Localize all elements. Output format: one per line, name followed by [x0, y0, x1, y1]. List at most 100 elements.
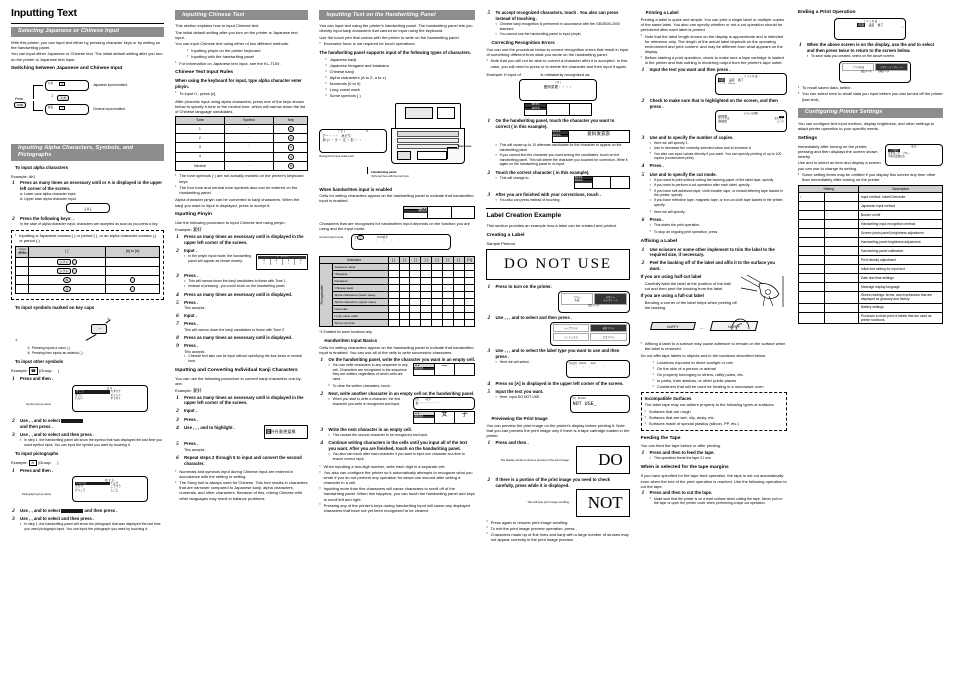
hw-cell[interactable]: 確定修正 削除全消 — [574, 176, 593, 188]
step-text: Press . — [184, 343, 199, 349]
step-text: Press . — [184, 272, 199, 278]
hw-cell[interactable]: 女 — [435, 412, 456, 424]
hw-cell[interactable]: 確定修正 削除全消 — [552, 131, 569, 143]
hw-cell[interactable] — [452, 207, 475, 218]
example-picto: Example: ✉ (Group: ) — [11, 459, 59, 467]
step: Press so [A] is displayed in the upper l… — [486, 381, 629, 388]
cell-setting-sub — [823, 273, 860, 284]
list-item: The tone symbols ( ) are not actually ma… — [175, 173, 308, 183]
cell-indicator — [452, 319, 465, 328]
cell-setting-sub — [823, 210, 860, 221]
step: Repeat steps 2 through 5 to input and co… — [175, 455, 308, 466]
step-note: Make sure that the printer is on a level… — [650, 496, 787, 506]
hw-cell[interactable]: ◄ ► 削除全消 — [404, 206, 429, 218]
hw-cell[interactable] — [547, 104, 570, 116]
hw-cell[interactable]: 子 — [455, 412, 474, 423]
hw-cell[interactable]: 爱妈发哀哀 — [569, 131, 629, 142]
step: Press . — [641, 163, 787, 170]
cell-indicator — [441, 298, 454, 307]
step-note: In step 1, the handwriting panel will sh… — [20, 438, 164, 447]
cell-symbol: ´ — [223, 133, 275, 144]
hw-cell[interactable] — [611, 177, 628, 188]
cell-indicator — [452, 277, 465, 286]
table-row: Neutral · 5 — [175, 160, 309, 171]
cell-indicator — [387, 312, 400, 321]
column-4: To accept recognized characters, touch .… — [481, 6, 635, 671]
hw-cell[interactable]: 確定修正 削除全消 — [525, 104, 548, 116]
step-text: Use , , , and to highlight . — [184, 424, 235, 430]
hw-cell[interactable]: 一 — [435, 364, 456, 376]
cell-setting-desc: Japanese input method — [858, 201, 943, 212]
step: Press and then to feed the tape. This op… — [641, 450, 787, 461]
keycap-note-1: Pressing inputs a colon (:). — [31, 345, 71, 350]
hw-cell[interactable] — [428, 206, 452, 218]
table-row: 4 ` 4 — [175, 151, 309, 162]
table-row: / Input method: Insert/Overwrite — [797, 192, 943, 203]
col4-p2: This section provides an example how a l… — [486, 223, 617, 228]
cell-setting-sub — [823, 219, 860, 230]
step: Press and then . The display scrolls to … — [486, 440, 630, 475]
peel-illustration-icon — [740, 274, 784, 308]
accept-step: To accept recognized characters, touch .… — [486, 10, 629, 36]
cell-indicator — [409, 284, 422, 293]
cell-indicator — [441, 263, 454, 272]
step: Continue writing characters in the cells… — [319, 440, 475, 461]
settings-intro: Immediately after turning on the printer… — [798, 143, 943, 173]
example-other: Example: ☎ (Group: ) — [11, 367, 60, 375]
th-indicator: Indicator — [319, 255, 389, 265]
step: If there is a portion of the print image… — [486, 477, 630, 518]
step: Write the next character in an empty cel… — [319, 427, 475, 438]
pinyin-lead: Use the following procedure to input Chi… — [175, 220, 286, 226]
list-item: Long vowel mark — [325, 87, 475, 92]
list-item: Some setting items may be omitted if you… — [798, 172, 943, 182]
step: Press as many times as necessary until i… — [175, 292, 308, 299]
cell-row-label: Alpha characters (upper case) — [331, 298, 389, 307]
cell-setting-name — [797, 282, 825, 293]
heading-hw-enabled: When handwritten input is enabled — [319, 186, 393, 192]
th-indicator-col: [ ] — [409, 255, 422, 265]
hw-cell[interactable]: ◄ ► 削除全消 — [414, 364, 435, 376]
callout-lead: Inputting a Japanese comma ( ) or period… — [15, 233, 160, 243]
cell-indicator — [387, 263, 400, 272]
step: Press . This will narrow down the kanji … — [175, 273, 308, 289]
list-item: Inputting with the handwriting panel — [187, 54, 308, 59]
figure-peel-label: HAPPY → HAPPY — [641, 317, 787, 339]
th-key: Key — [273, 116, 309, 126]
cell-symbol — [15, 284, 29, 295]
hand-icon — [731, 318, 750, 332]
hw-basics-steps: On the handwriting panel, write the char… — [319, 357, 476, 462]
cell-setting-desc: Handwriting input recognition method — [858, 219, 943, 230]
hw-cell[interactable] — [570, 104, 591, 115]
list-item: On the skin of a person or animal — [653, 366, 787, 371]
cell-indicator — [431, 284, 443, 293]
step-text: Use , , , and to select the label type y… — [495, 348, 620, 359]
step: Press as many times as necessary until o… — [11, 180, 164, 214]
step-text: Press as many times as necessary until i… — [184, 335, 293, 341]
when-text: If you have specified for the tape feed … — [640, 473, 787, 489]
step: On the handwriting panel, touch the char… — [486, 118, 630, 166]
heading-label-creation: Label Creation Example — [486, 208, 630, 221]
preview-steps: Press and then . The display scrolls to … — [486, 440, 630, 518]
hw-cell[interactable] — [593, 176, 612, 188]
cell-tone: 3 — [175, 142, 225, 153]
hw-cell[interactable] — [455, 364, 474, 375]
hw-panel-pinyin: ローマ字入力 ai ai ai ai — [256, 254, 309, 271]
correction-steps: On the handwriting panel, touch the char… — [486, 118, 630, 202]
section-bar-handwriting-panel: Inputting Text on the Handwriting Panel — [319, 10, 476, 21]
th-indicator-col: [ ] — [431, 255, 443, 265]
table-row: 3ˇ3 — [175, 142, 309, 153]
chinese-rules-sub: When using the keyboard for input, type … — [175, 78, 302, 89]
hw-cell[interactable]: ◄ ► 削除全消 — [414, 412, 435, 424]
table-row: Katakana — [320, 277, 476, 286]
halfcut-text: Carefully twist the label at the positio… — [644, 280, 732, 291]
cell-indicator — [452, 284, 465, 293]
col2-p3: You can input Chinese text using either … — [175, 41, 290, 47]
table-row: Handwriting panel calibration — [797, 246, 943, 257]
step: Press as many times as necessary until i… — [175, 395, 308, 406]
figure-misrecognized: [ か ] 爱妈变更・・・・ 確定修正 削除全消 — [486, 79, 629, 117]
step-note: This operation feeds the tape 21 mm. — [650, 456, 787, 461]
step: Press and then . -絵文字- いろいろ きせつ がっこう てんき — [11, 468, 164, 506]
cell-setting-desc: Screen (main panel) brightness adjustmen… — [858, 228, 943, 239]
cell-key: 1 — [273, 124, 309, 135]
preview-word-not: NOT — [575, 488, 630, 518]
